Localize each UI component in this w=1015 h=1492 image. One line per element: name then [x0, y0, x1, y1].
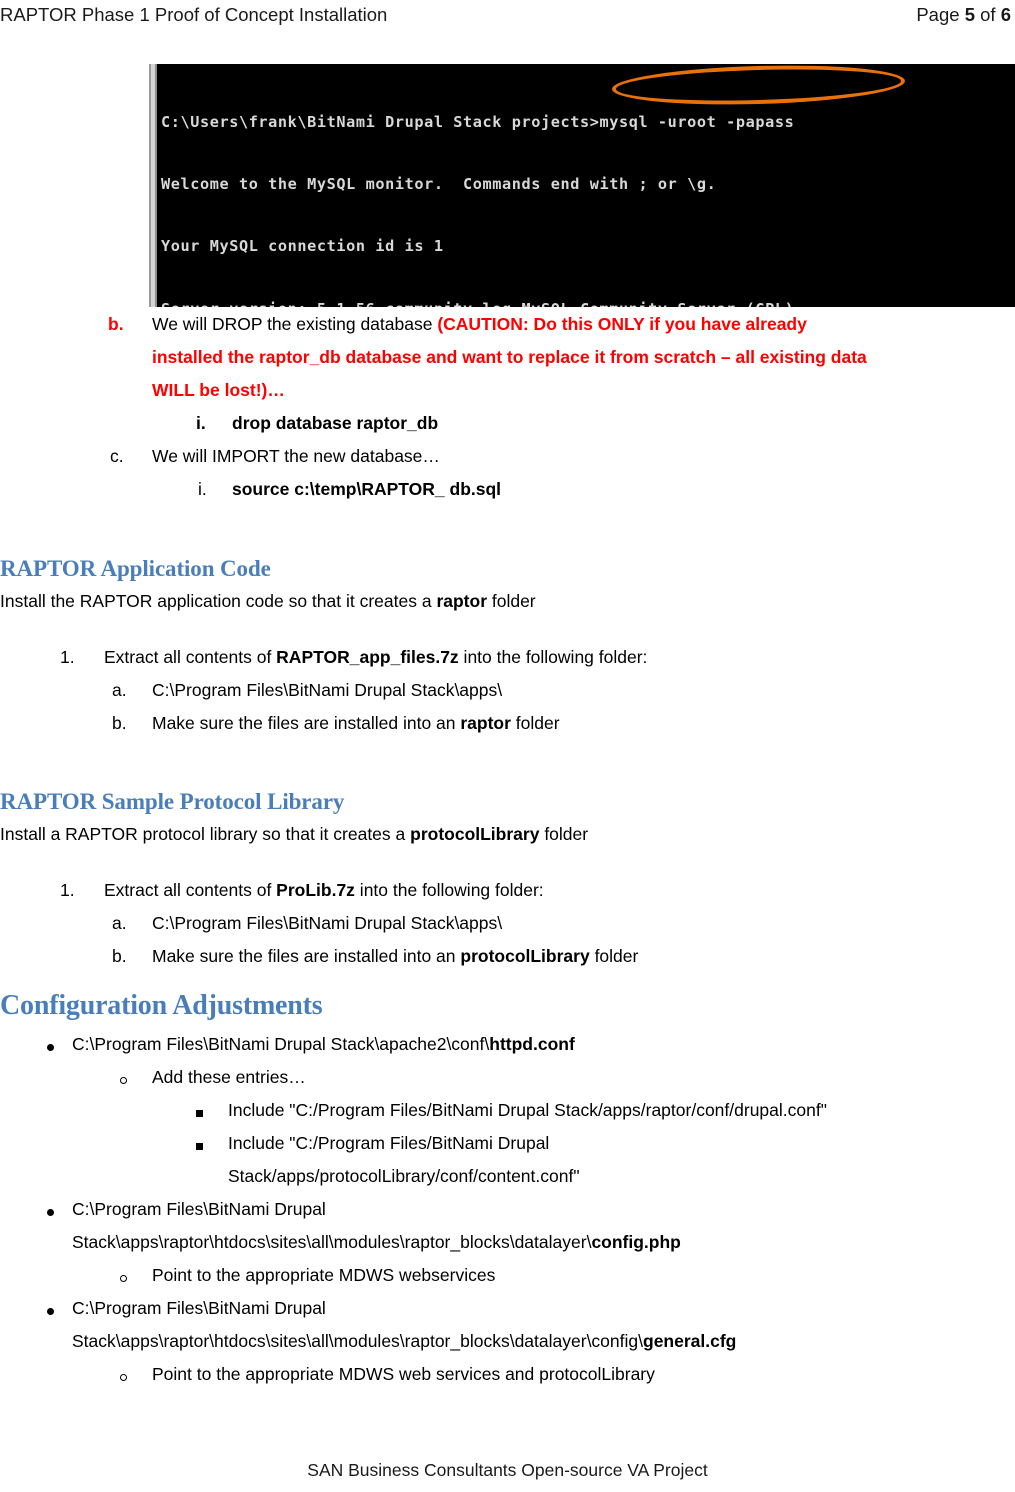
list-marker-c-i: i.: [198, 479, 207, 499]
app-code-intro-bold: raptor: [436, 591, 487, 611]
config-item3-line2: Stack\apps\raptor\htdocs\sites\all\modul…: [72, 1331, 737, 1351]
document-page: RAPTOR Phase 1 Proof of Concept Installa…: [0, 0, 1015, 1492]
step-c-sub-i-text: source c:\temp\RAPTOR_ db.sql: [232, 479, 502, 499]
protocol-library-intro-bold: protocolLibrary: [410, 824, 540, 844]
bullet-disc-icon: [47, 1308, 54, 1315]
step-b-caution-1: (CAUTION: Do this ONLY if you have alrea…: [437, 314, 807, 334]
list-marker-lib-1b: b.: [112, 946, 127, 966]
protocol-library-step1-post: into the following folder:: [354, 880, 544, 900]
config-item3-line2-pre: Stack\apps\raptor\htdocs\sites\all\modul…: [72, 1331, 643, 1351]
page-label-middle: of: [974, 4, 1001, 25]
config-item3-line1: C:\Program Files\BitNami Drupal: [72, 1298, 326, 1318]
heading-raptor-application-code: RAPTOR Application Code: [0, 556, 271, 581]
terminal-screenshot: C:\Users\frank\BitNami Drupal Stack proj…: [148, 64, 1015, 307]
protocol-library-step1b-pre: Make sure the files are installed into a…: [152, 946, 461, 966]
terminal-console-output: C:\Users\frank\BitNami Drupal Stack proj…: [157, 64, 1015, 307]
protocol-library-step1-pre: Extract all contents of: [104, 880, 277, 900]
app-code-step1b: Make sure the files are installed into a…: [152, 713, 560, 733]
step-c-text: We will IMPORT the new database…: [152, 446, 440, 466]
terminal-line: C:\Users\frank\BitNami Drupal Stack proj…: [161, 112, 795, 131]
list-marker-app-1: 1.: [60, 647, 75, 667]
app-code-step1b-post: folder: [510, 713, 560, 733]
list-marker-lib-1: 1.: [60, 880, 75, 900]
step-b-sub-i-text: drop database raptor_db: [232, 413, 439, 433]
heading-configuration-adjustments: Configuration Adjustments: [0, 990, 323, 1021]
list-marker-b: b.: [108, 314, 124, 334]
config-item1-sub-a: Include "C:/Program Files/BitNami Drupal…: [228, 1100, 827, 1120]
config-item3-sub: Point to the appropriate MDWS web servic…: [152, 1364, 655, 1384]
app-code-step1: Extract all contents of RAPTOR_app_files…: [104, 647, 648, 667]
app-code-step1-bold: RAPTOR_app_files.7z: [276, 647, 459, 667]
app-code-step1b-bold: raptor: [460, 713, 511, 733]
list-marker-lib-1a: a.: [112, 913, 127, 933]
bullet-circle-icon: [120, 1374, 127, 1381]
protocol-library-intro-pre: Install a RAPTOR protocol library so tha…: [0, 824, 411, 844]
protocol-library-step1-bold: ProLib.7z: [276, 880, 355, 900]
protocol-library-intro: Install a RAPTOR protocol library so tha…: [0, 824, 589, 844]
config-item1-pre: C:\Program Files\BitNami Drupal Stack\ap…: [72, 1034, 490, 1054]
list-marker-b-i: i.: [196, 413, 206, 433]
config-item1-sub-b-line2: Stack/apps/protocolLibrary/conf/content.…: [228, 1166, 580, 1186]
config-item2-line2: Stack\apps\raptor\htdocs\sites\all\modul…: [72, 1232, 681, 1252]
terminal-line: Server version: 5.1.56-community-log MyS…: [161, 299, 1015, 307]
step-b-caution-3: WILL be lost!)…: [152, 380, 285, 400]
list-marker-app-1b: b.: [112, 713, 127, 733]
page-current: 5: [964, 4, 975, 25]
protocol-library-step1b-bold: protocolLibrary: [460, 946, 590, 966]
step-b-caution-2: installed the raptor_db database and wan…: [152, 347, 867, 367]
terminal-line: Welcome to the MySQL monitor. Commands e…: [161, 174, 717, 193]
protocol-library-step1: Extract all contents of ProLib.7z into t…: [104, 880, 544, 900]
page-total: 6: [1000, 4, 1011, 25]
list-marker-c: c.: [110, 446, 124, 466]
protocol-library-intro-post: folder: [539, 824, 589, 844]
app-code-step1b-pre: Make sure the files are installed into a…: [152, 713, 461, 733]
page-label-prefix: Page: [916, 4, 965, 25]
config-item2-line2-pre: Stack\apps\raptor\htdocs\sites\all\modul…: [72, 1232, 592, 1252]
app-code-intro-post: folder: [487, 591, 536, 611]
bullet-circle-icon: [120, 1077, 127, 1084]
protocol-library-step1b: Make sure the files are installed into a…: [152, 946, 639, 966]
app-code-step1a-path: C:\Program Files\BitNami Drupal Stack\ap…: [152, 680, 503, 700]
config-item2-line1: C:\Program Files\BitNami Drupal: [72, 1199, 326, 1219]
app-code-step1-pre: Extract all contents of: [104, 647, 277, 667]
header-page-number: Page 5 of 6: [916, 4, 1015, 25]
header-document-title: RAPTOR Phase 1 Proof of Concept Installa…: [0, 4, 388, 25]
terminal-scrollbar: [148, 64, 157, 307]
page-header: RAPTOR Phase 1 Proof of Concept Installa…: [0, 4, 1015, 32]
page-footer: SAN Business Consultants Open-source VA …: [307, 1460, 708, 1480]
app-code-step1-post: into the following folder:: [458, 647, 648, 667]
config-item1-sub: Add these entries…: [152, 1067, 306, 1087]
list-marker-app-1a: a.: [112, 680, 127, 700]
bullet-circle-icon: [120, 1275, 127, 1282]
step-b-line1: We will DROP the existing database (CAUT…: [152, 314, 807, 334]
heading-raptor-sample-protocol-library: RAPTOR Sample Protocol Library: [0, 789, 345, 814]
app-code-intro-pre: Install the RAPTOR application code so t…: [0, 591, 437, 611]
bullet-square-icon: [196, 1110, 203, 1117]
step-b-plain: We will DROP the existing database: [152, 314, 438, 334]
config-item2-line2-bold: config.php: [591, 1232, 681, 1252]
bullet-disc-icon: [47, 1209, 54, 1216]
config-item2-sub: Point to the appropriate MDWS webservice…: [152, 1265, 496, 1285]
protocol-library-step1a-path: C:\Program Files\BitNami Drupal Stack\ap…: [152, 913, 503, 933]
terminal-line: Your MySQL connection id is 1: [161, 237, 444, 256]
config-item1-bold: httpd.conf: [489, 1034, 575, 1054]
bullet-disc-icon: [47, 1044, 54, 1051]
config-item3-line2-bold: general.cfg: [643, 1331, 737, 1351]
app-code-intro: Install the RAPTOR application code so t…: [0, 591, 536, 611]
bullet-square-icon: [196, 1143, 203, 1150]
config-item1-path: C:\Program Files\BitNami Drupal Stack\ap…: [72, 1034, 575, 1054]
config-item1-sub-b-line1: Include "C:/Program Files/BitNami Drupal: [228, 1133, 550, 1153]
protocol-library-step1b-post: folder: [589, 946, 639, 966]
